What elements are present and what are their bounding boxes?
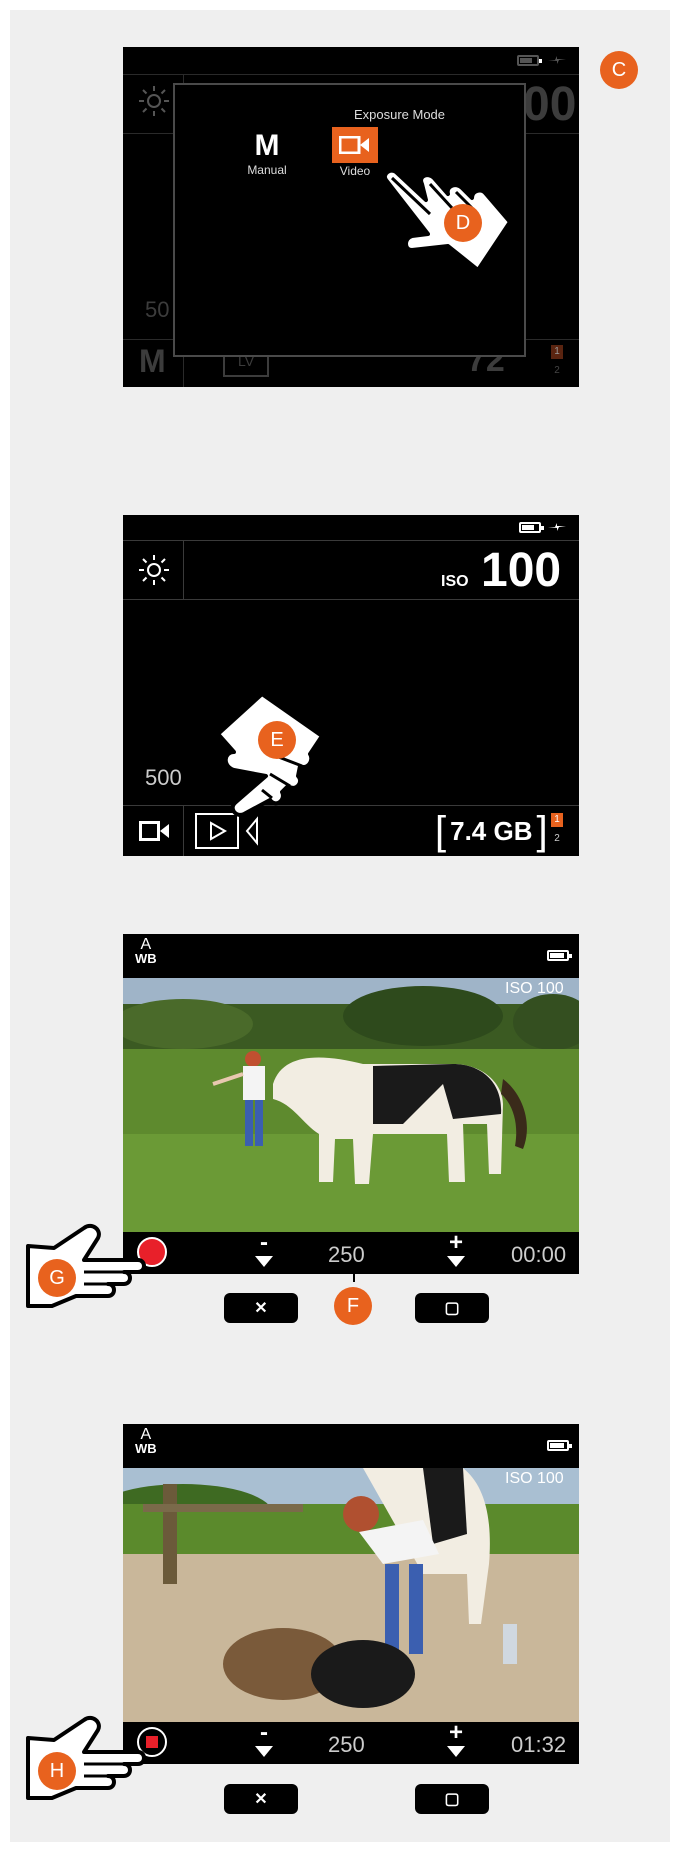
manual-mode-label: Manual	[247, 163, 287, 177]
video-camera-icon	[139, 821, 169, 841]
video-camera-icon	[339, 136, 369, 154]
arrow-down-icon	[255, 1746, 273, 1757]
camera-screen-video-standby: ISO 100 500 [ 7.4 GB ] 1 2	[123, 515, 579, 856]
minus-symbol: -	[260, 1229, 268, 1256]
callout-d: D	[444, 204, 482, 242]
wb-auto: A	[140, 936, 152, 953]
manual-mode-glyph: M	[254, 129, 280, 162]
iso-value: 100	[481, 544, 562, 597]
callout-f-connector	[353, 1268, 355, 1282]
recording-control-bar: - 250 + 00:00	[123, 1229, 579, 1274]
mode-indicator-dim: M	[139, 343, 166, 379]
callout-f: F	[334, 1287, 372, 1325]
camera-screen-recording: A WB ISO 100 - 250 + 01:32	[123, 1424, 579, 1764]
video-mode-highlight	[332, 127, 378, 163]
decrease-control[interactable]: -	[249, 1229, 279, 1274]
increase-control[interactable]: +	[441, 1719, 471, 1764]
square-icon: ▢	[444, 1300, 460, 1317]
recording-time: 01:32	[511, 1732, 567, 1757]
brightness-icon	[139, 86, 169, 116]
shutter-value: 250	[328, 1242, 365, 1267]
arrow-down-icon	[255, 1256, 273, 1267]
cancel-hard-button[interactable]: ✕	[224, 1784, 298, 1814]
close-icon: ✕	[254, 1300, 268, 1317]
video-mode-option[interactable]: Video	[325, 127, 385, 178]
charging-icon	[548, 56, 566, 64]
card-slot-2: 2	[554, 833, 560, 844]
square-hard-button[interactable]: ▢	[415, 1784, 489, 1814]
wb-label: WB	[135, 1441, 157, 1456]
callout-g: G	[38, 1259, 76, 1297]
close-icon: ✕	[254, 1791, 268, 1808]
increase-control[interactable]: +	[441, 1229, 471, 1274]
callout-c: C	[600, 51, 638, 89]
wb-auto: A	[140, 1426, 152, 1443]
square-hard-button[interactable]: ▢	[415, 1293, 489, 1323]
plus-symbol: +	[448, 1229, 463, 1256]
square-icon: ▢	[444, 1791, 460, 1808]
shutter-value: 250	[328, 1732, 365, 1757]
dialog-title: Exposure Mode	[353, 107, 446, 122]
battery-icon	[547, 950, 572, 961]
card-slot-1-dim: 1	[551, 345, 563, 359]
callout-h: H	[38, 1752, 76, 1790]
exposure-value-dim: 50	[145, 297, 170, 322]
wb-indicator: A WB	[135, 936, 157, 966]
iso-label: ISO	[441, 573, 469, 590]
recording-time: 00:00	[511, 1242, 567, 1267]
card-slot-2-dim: 2	[554, 365, 560, 376]
decrease-control[interactable]: -	[249, 1719, 279, 1764]
brightness-icon	[139, 555, 169, 585]
recording-control-bar: - 250 + 01:32	[123, 1719, 579, 1764]
storage-value: 7.4 GB	[450, 815, 533, 846]
video-mode-label: Video	[339, 164, 371, 178]
iso-overlay: ISO 100	[505, 1470, 564, 1487]
battery-icon	[547, 1440, 572, 1451]
arrow-down-icon	[447, 1746, 465, 1757]
iso-overlay: ISO 100	[505, 980, 564, 997]
charging-icon	[548, 523, 566, 531]
card-slot-1: 1	[551, 813, 563, 827]
stop-icon	[146, 1736, 158, 1748]
camera-screen-live-view: A WB ISO 100 - 250 + 00:00	[123, 934, 579, 1274]
manual-mode-option[interactable]: M Manual	[237, 129, 297, 177]
exposure-value: 500	[145, 765, 182, 790]
battery-icon	[517, 55, 542, 66]
iso-value-dim: 00	[523, 78, 577, 131]
minus-symbol: -	[260, 1719, 268, 1746]
wb-label: WB	[135, 951, 157, 966]
cancel-hard-button[interactable]: ✕	[224, 1293, 298, 1323]
wb-indicator: A WB	[135, 1426, 157, 1456]
arrow-down-icon	[447, 1256, 465, 1267]
storage-remaining: [ 7.4 GB ]	[435, 809, 548, 853]
plus-symbol: +	[448, 1719, 463, 1746]
battery-icon	[519, 522, 544, 533]
callout-e: E	[258, 721, 296, 759]
